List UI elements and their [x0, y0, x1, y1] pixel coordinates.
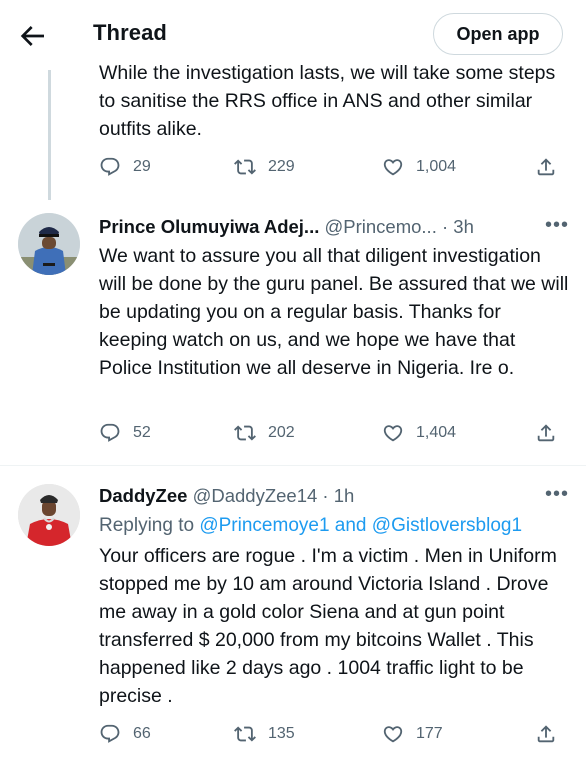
- more-icon[interactable]: •••: [545, 483, 569, 506]
- tweet-text: While the investigation lasts, we will t…: [99, 62, 556, 140]
- back-arrow-icon[interactable]: [16, 20, 48, 52]
- like-button[interactable]: 1,404: [382, 422, 456, 444]
- reply-count: 52: [133, 424, 151, 441]
- reply-count: 66: [133, 725, 151, 742]
- like-icon: [383, 726, 403, 743]
- share-icon: [537, 424, 555, 442]
- reply-count: 29: [133, 158, 151, 175]
- reply-button[interactable]: 29: [99, 156, 151, 178]
- tweet-divider: [0, 465, 586, 466]
- retweet-icon: [234, 159, 256, 175]
- tweet-actions: 66 135 177: [99, 723, 569, 753]
- share-button[interactable]: [535, 422, 557, 444]
- like-count: 177: [416, 725, 443, 742]
- mention-link[interactable]: @Gistloversblog1: [372, 515, 522, 536]
- page-title: Thread: [93, 20, 167, 45]
- more-icon[interactable]: •••: [545, 214, 569, 237]
- reply-button[interactable]: 66: [99, 723, 151, 745]
- retweet-count: 135: [268, 725, 295, 742]
- police-officer-avatar-image: [18, 213, 80, 275]
- retweet-icon: [234, 425, 256, 441]
- avatar[interactable]: [18, 484, 80, 546]
- like-button[interactable]: 177: [382, 723, 443, 745]
- person-red-shirt-avatar-image: [18, 484, 80, 546]
- top-bar: Thread Open app: [0, 0, 586, 70]
- tweet-header: Prince Olumuyiwa Adej... @Princemo... · …: [99, 214, 569, 242]
- open-app-button[interactable]: Open app: [433, 13, 563, 55]
- tweet-header: DaddyZee @DaddyZee14 · 1h •••: [99, 483, 569, 511]
- tweet-actions: 52 202 1,404: [99, 422, 569, 452]
- retweet-button[interactable]: 135: [234, 723, 295, 745]
- tweet-text: Your officers are rogue . I'm a victim .…: [99, 545, 557, 707]
- replying-to-label: Replying to: [99, 515, 195, 536]
- avatar[interactable]: [18, 213, 80, 275]
- tweet-text: We want to assure you all that diligent …: [99, 245, 569, 379]
- reply-button[interactable]: 52: [99, 422, 151, 444]
- like-count: 1,004: [416, 158, 457, 175]
- reply-icon: [100, 724, 120, 743]
- tweet-time[interactable]: · 1h: [322, 485, 354, 506]
- retweet-count: 229: [268, 158, 295, 175]
- tweet-actions: 29 229 1,004: [99, 156, 569, 186]
- like-button[interactable]: 1,004: [382, 156, 456, 178]
- share-icon: [537, 158, 555, 176]
- share-icon: [537, 725, 555, 743]
- retweet-icon: [234, 726, 256, 742]
- author-name[interactable]: Prince Olumuyiwa Adej...: [99, 216, 319, 237]
- mention-and: and: [334, 515, 367, 536]
- retweet-count: 202: [268, 424, 295, 441]
- author-name[interactable]: DaddyZee: [99, 485, 187, 506]
- mention-link[interactable]: @Princemoye1: [199, 515, 329, 536]
- share-button[interactable]: [535, 156, 557, 178]
- tweet-time[interactable]: · 3h: [442, 216, 474, 237]
- replying-to: Replying to @Princemoye1 and @Gistlovers…: [99, 515, 522, 537]
- share-button[interactable]: [535, 723, 557, 745]
- tweet-parent[interactable]: While the investigation lasts, we will t…: [0, 62, 586, 152]
- like-icon: [383, 425, 403, 442]
- retweet-button[interactable]: 229: [234, 156, 295, 178]
- reply-icon: [100, 423, 120, 442]
- like-count: 1,404: [416, 424, 457, 441]
- like-icon: [383, 159, 403, 176]
- retweet-button[interactable]: 202: [234, 422, 295, 444]
- author-handle[interactable]: @DaddyZee14: [193, 485, 318, 506]
- author-handle[interactable]: @Princemo...: [325, 216, 437, 237]
- reply-icon: [100, 157, 120, 176]
